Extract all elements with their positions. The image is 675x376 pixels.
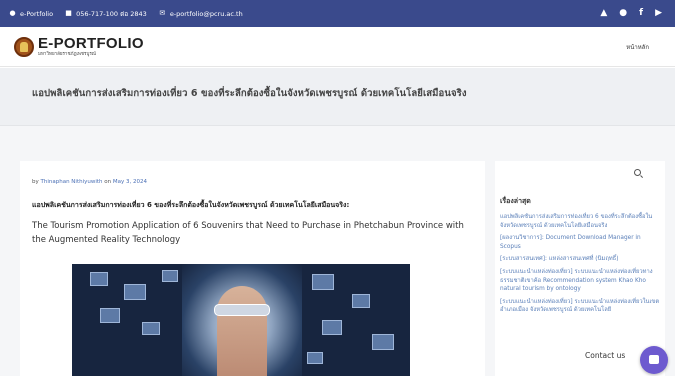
- email-label: e-portfolio@pcru.ac.th: [169, 9, 243, 18]
- hero-tile: [312, 274, 334, 290]
- location-icon: ●: [9, 9, 16, 17]
- post-card: by Thinaphan Nithiyuwith on May 3, 2024 …: [20, 161, 485, 376]
- date-link[interactable]: May 3, 2024: [113, 179, 147, 185]
- site-link[interactable]: ● e-Portfolio: [9, 10, 53, 18]
- page-title: แอปพลิเคชันการส่งเสริมการท่องเที่ยว 6 ขอ…: [32, 88, 467, 99]
- search-icon[interactable]: [634, 169, 641, 176]
- university-logo-icon[interactable]: [14, 36, 34, 57]
- post-title-th: แอปพลิเคชันการส่งเสริมการท่องเที่ยว 6 ขอ…: [32, 201, 350, 209]
- logo-title: E-PORTFOLIO: [38, 34, 144, 52]
- nav-home-link[interactable]: หน้าหลัก: [626, 42, 649, 52]
- hero-tile: [124, 284, 146, 300]
- recent-post-item[interactable]: [ระบบสารสนเทศ]: แหล่งสารสนเทศที่ (นิมฤทธ…: [500, 255, 660, 264]
- youtube-icon[interactable]: ▶: [655, 9, 662, 18]
- phone-icon: ■: [65, 9, 72, 17]
- site-header: E-PORTFOLIO มหาวิทยาลัยราชภัฏเพชรบูรณ์ ห…: [0, 27, 675, 67]
- hero-tile: [90, 272, 108, 286]
- main-content: by Thinaphan Nithiyuwith on May 3, 2024 …: [0, 126, 675, 376]
- sidebar: เรื่องล่าสุด แอปพลิเคชันการส่งเสริมการท่…: [495, 161, 665, 376]
- logo-subtitle: มหาวิทยาลัยราชภัฏเพชรบูรณ์: [38, 51, 96, 57]
- graduation-cap-icon[interactable]: ▲: [600, 9, 607, 18]
- phone-link[interactable]: ■ 056-717-100 ต่อ 2843: [65, 9, 147, 19]
- hero-tile: [162, 270, 178, 282]
- hero-tile: [352, 294, 370, 308]
- recent-post-item[interactable]: [ระบบแนะนำแหล่งท่องเที่ยว] ระบบแนะนำแหล่…: [500, 268, 660, 294]
- chat-widget-icon[interactable]: [640, 346, 668, 374]
- hero-tile: [372, 334, 394, 350]
- social-links: ▲ ● f ▶: [600, 9, 662, 18]
- recent-posts-list: แอปพลิเคชันการส่งเสริมการท่องเที่ยว 6 ขอ…: [500, 213, 660, 319]
- hero-tile: [307, 352, 323, 364]
- logo[interactable]: E-PORTFOLIO มหาวิทยาลัยราชภัฏเพชรบูรณ์: [38, 36, 144, 58]
- hero-tile: [100, 308, 120, 323]
- hero-tile: [142, 322, 160, 335]
- recent-post-item[interactable]: [ระบบแนะนำแหล่งท่องเที่ยว] ระบบแนะนำแหล่…: [500, 298, 660, 315]
- recent-posts-heading: เรื่องล่าสุด: [500, 197, 531, 205]
- page: ● e-Portfolio ■ 056-717-100 ต่อ 2843 ✉ e…: [0, 0, 675, 376]
- page-title-band: แอปพลิเคชันการส่งเสริมการท่องเที่ยว 6 ขอ…: [0, 68, 675, 126]
- post-meta: by Thinaphan Nithiyuwith on May 3, 2024: [32, 179, 147, 185]
- post-title-en: The Tourism Promotion Application of 6 S…: [32, 221, 464, 245]
- top-contact-bar: ● e-Portfolio ■ 056-717-100 ต่อ 2843 ✉ e…: [0, 0, 675, 27]
- contact-us-label[interactable]: Contact us: [585, 351, 625, 360]
- meta-on: on: [104, 179, 112, 185]
- hero-visor: [214, 304, 270, 316]
- phone-label: 056-717-100 ต่อ 2843: [76, 9, 147, 18]
- facebook-icon[interactable]: f: [639, 9, 643, 18]
- chat-icon[interactable]: ●: [619, 9, 627, 18]
- recent-post-item[interactable]: แอปพลิเคชันการส่งเสริมการท่องเที่ยว 6 ขอ…: [500, 213, 660, 230]
- meta-by: by: [32, 179, 39, 185]
- email-link[interactable]: ✉ e-portfolio@pcru.ac.th: [159, 9, 243, 18]
- hero-face: [217, 286, 267, 376]
- post-hero-image: [72, 264, 410, 376]
- mail-icon: ✉: [159, 9, 166, 17]
- hero-tile: [322, 320, 342, 335]
- recent-post-item[interactable]: [ผลงานวิชาการ]: Document Download Manage…: [500, 234, 660, 251]
- author-link[interactable]: Thinaphan Nithiyuwith: [41, 179, 103, 185]
- site-label: e-Portfolio: [20, 9, 54, 18]
